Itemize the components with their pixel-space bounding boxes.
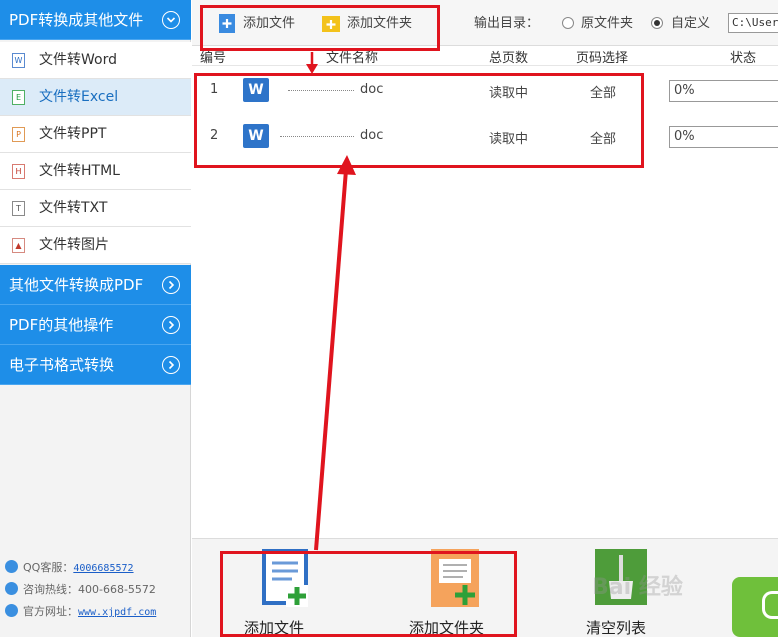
chevron-right-icon <box>162 316 180 334</box>
col-status: 状态 <box>730 51 757 66</box>
sidebar-item-word[interactable]: W 文件转Word <box>0 42 191 79</box>
annotation-box-toolbar <box>200 5 440 51</box>
radio-custom-label: 自定义 <box>671 16 711 31</box>
col-pages: 总页数 <box>489 51 529 66</box>
site-link[interactable]: www.xjpdf.com <box>78 607 156 618</box>
sidebar-item-label: 文件转HTML <box>39 163 120 179</box>
contact-site: 官方网址：www.xjpdf.com <box>5 602 156 622</box>
section-label: PDF转换成其他文件 <box>9 11 144 29</box>
sidebar-item-label: 文件转Excel <box>39 89 119 105</box>
row-progress: 0% <box>669 126 778 148</box>
sidebar-item-ppt[interactable]: P 文件转PPT <box>0 116 191 153</box>
baidu-watermark: Bai 经验 <box>592 575 683 600</box>
col-range: 页码选择 <box>576 51 629 66</box>
phone-icon <box>5 582 18 595</box>
start-convert-button[interactable] <box>732 577 778 637</box>
contact-label: 咨询热线：400-668-5572 <box>23 583 156 596</box>
sidebar-item-html[interactable]: H 文件转HTML <box>0 153 191 190</box>
excel-file-icon: E <box>12 90 25 105</box>
qq-icon <box>5 560 18 573</box>
image-file-icon: ▲ <box>12 238 25 253</box>
sidebar-item-excel[interactable]: E 文件转Excel <box>0 79 191 116</box>
radio-original-folder[interactable] <box>562 17 574 29</box>
annotation-box-file-list <box>194 73 644 168</box>
chevron-down-icon <box>162 11 180 29</box>
chevron-right-icon <box>162 276 180 294</box>
section-label: 电子书格式转换 <box>9 356 115 374</box>
section-label: 其他文件转换成PDF <box>9 276 144 294</box>
word-file-icon: W <box>12 53 25 68</box>
section-other-to-pdf[interactable]: 其他文件转换成PDF <box>0 265 191 305</box>
chevron-right-icon <box>162 356 180 374</box>
sidebar-item-label: 文件转PPT <box>39 126 107 142</box>
sidebar-item-label: 文件转图片 <box>39 237 109 253</box>
sidebar-item-image[interactable]: ▲ 文件转图片 <box>0 227 191 264</box>
section-label: PDF的其他操作 <box>9 316 114 334</box>
sidebar: PDF转换成其他文件 W 文件转Word E 文件转Excel P 文件转PPT… <box>0 0 191 637</box>
section-ebook-convert[interactable]: 电子书格式转换 <box>0 345 191 385</box>
app-window: PDF转换成其他文件 W 文件转Word E 文件转Excel P 文件转PPT… <box>0 0 778 637</box>
radio-custom-folder[interactable] <box>651 17 663 29</box>
contact-qq: QQ客服：4006685572 <box>5 558 134 578</box>
section-pdf-other-ops[interactable]: PDF的其他操作 <box>0 305 191 345</box>
sidebar-item-txt[interactable]: T 文件转TXT <box>0 190 191 227</box>
output-path-input[interactable]: C:\Users <box>728 13 778 33</box>
ppt-file-icon: P <box>12 127 25 142</box>
clear-list-label: 清空列表 <box>586 619 647 637</box>
sidebar-item-label: 文件转Word <box>39 52 117 68</box>
section-pdf-to-other[interactable]: PDF转换成其他文件 <box>0 0 191 40</box>
sidebar-item-label: 文件转TXT <box>39 200 108 216</box>
contact-hotline: 咨询热线：400-668-5572 <box>5 580 156 600</box>
contact-label: 官方网址： <box>23 605 78 618</box>
html-file-icon: H <box>12 164 25 179</box>
contact-label: QQ客服： <box>23 561 74 574</box>
txt-file-icon: T <box>12 201 25 216</box>
qq-link[interactable]: 4006685572 <box>73 563 133 574</box>
row-progress: 0% <box>669 80 778 102</box>
annotation-box-bottom-buttons <box>220 551 517 637</box>
globe-icon <box>5 604 18 617</box>
radio-original-label: 原文件夹 <box>581 16 634 31</box>
output-dir-label: 输出目录： <box>474 16 540 31</box>
